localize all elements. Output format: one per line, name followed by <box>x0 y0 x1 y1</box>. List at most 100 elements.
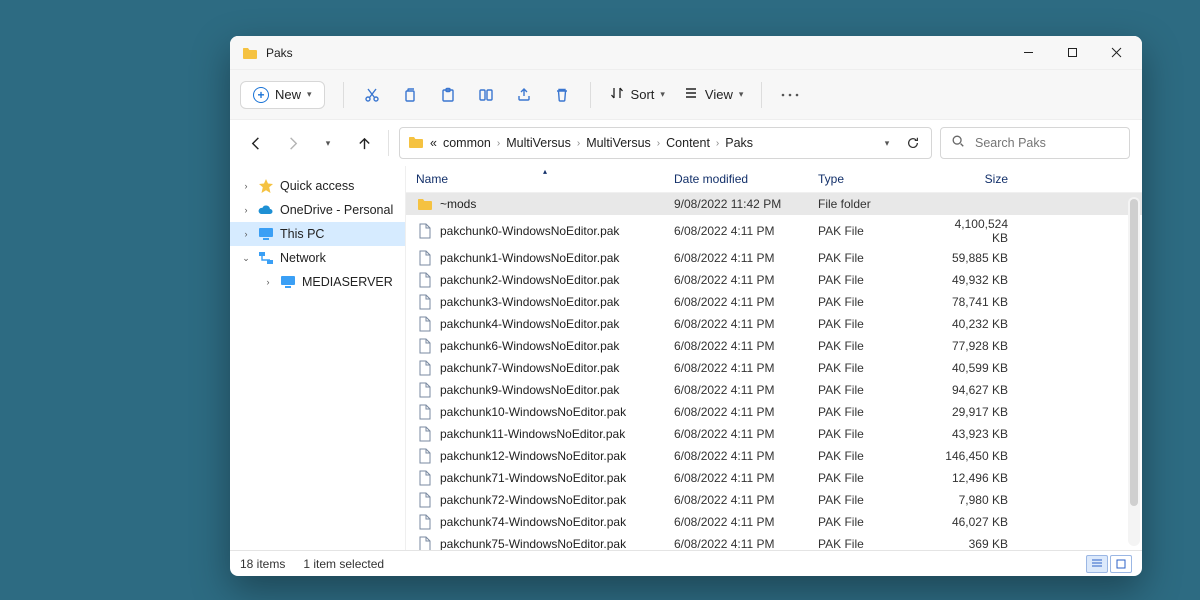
more-icon[interactable] <box>780 85 800 105</box>
view-button[interactable]: View ▾ <box>683 85 743 104</box>
address-bar[interactable]: « common›MultiVersus›MultiVersus›Content… <box>399 127 932 159</box>
cloud-icon <box>258 202 274 218</box>
minimize-button[interactable] <box>1006 36 1050 70</box>
column-headers: Name ▴ Date modified Type Size <box>406 166 1142 193</box>
delete-icon[interactable] <box>552 85 572 105</box>
copy-icon[interactable] <box>400 85 420 105</box>
file-date: 6/08/2022 4:11 PM <box>674 224 818 238</box>
forward-button[interactable] <box>278 129 306 157</box>
new-button[interactable]: + New ▾ <box>240 81 325 109</box>
file-date: 6/08/2022 4:11 PM <box>674 339 818 353</box>
file-row[interactable]: pakchunk75-WindowsNoEditor.pak 6/08/2022 … <box>406 533 1142 550</box>
navpane-onedrive[interactable]: › OneDrive - Personal <box>230 198 405 222</box>
rename-icon[interactable] <box>476 85 496 105</box>
file-date: 9/08/2022 11:42 PM <box>674 197 818 211</box>
breadcrumb-segment[interactable]: MultiVersus <box>586 136 651 150</box>
breadcrumb: common›MultiVersus›MultiVersus›Content›P… <box>443 136 753 150</box>
back-button[interactable] <box>242 129 270 157</box>
file-icon <box>416 249 434 267</box>
column-type[interactable]: Type <box>818 172 938 186</box>
navpane-this-pc[interactable]: › This PC <box>230 222 405 246</box>
navpane-mediaserver[interactable]: › MEDIASERVER <box>230 270 405 294</box>
list-icon <box>683 85 699 104</box>
column-date[interactable]: Date modified <box>674 172 818 186</box>
file-row[interactable]: ~mods9/08/2022 11:42 PMFile folder <box>406 193 1142 215</box>
refresh-icon[interactable] <box>903 136 923 150</box>
file-name: pakchunk3-WindowsNoEditor.pak <box>440 295 619 309</box>
cut-icon[interactable] <box>362 85 382 105</box>
file-list[interactable]: ~mods9/08/2022 11:42 PMFile folderpakchu… <box>406 193 1142 550</box>
file-name: pakchunk11-WindowsNoEditor.pak <box>440 427 625 441</box>
file-name: pakchunk9-WindowsNoEditor.pak <box>440 383 619 397</box>
file-icon <box>416 271 434 289</box>
file-name: pakchunk75-WindowsNoEditor.pak <box>440 537 626 550</box>
plus-icon: + <box>253 87 269 103</box>
file-date: 6/08/2022 4:11 PM <box>674 493 818 507</box>
file-icon <box>416 403 434 421</box>
file-icon <box>416 337 434 355</box>
file-row[interactable]: pakchunk6-WindowsNoEditor.pak6/08/2022 4… <box>406 335 1142 357</box>
file-name: pakchunk10-WindowsNoEditor.pak <box>440 405 626 419</box>
column-name[interactable]: Name ▴ <box>416 172 674 186</box>
file-size: 78,741 KB <box>938 295 1014 309</box>
file-date: 6/08/2022 4:11 PM <box>674 537 818 550</box>
sort-indicator-icon: ▴ <box>543 167 547 176</box>
file-type: PAK File <box>818 317 938 331</box>
address-row: ▾ « common›MultiVersus›MultiVersus›Conte… <box>230 120 1142 166</box>
search-input[interactable] <box>973 135 1119 151</box>
file-row[interactable]: pakchunk10-WindowsNoEditor.pak 6/08/2022 … <box>406 401 1142 423</box>
sort-button[interactable]: Sort ▾ <box>609 85 665 104</box>
status-bar: 18 items 1 item selected <box>230 550 1142 576</box>
file-row[interactable]: pakchunk4-WindowsNoEditor.pak6/08/2022 4… <box>406 313 1142 335</box>
breadcrumb-segment[interactable]: common <box>443 136 491 150</box>
file-size: 59,885 KB <box>938 251 1014 265</box>
breadcrumb-segment[interactable]: Paks <box>725 136 753 150</box>
paste-icon[interactable] <box>438 85 458 105</box>
file-name: pakchunk72-WindowsNoEditor.pak <box>440 493 626 507</box>
file-row[interactable]: pakchunk74-WindowsNoEditor.pak6/08/2022 … <box>406 511 1142 533</box>
file-date: 6/08/2022 4:11 PM <box>674 383 818 397</box>
share-icon[interactable] <box>514 85 534 105</box>
navpane-label: Quick access <box>280 179 354 193</box>
file-name: pakchunk74-WindowsNoEditor.pak <box>440 515 626 529</box>
file-row[interactable]: pakchunk2-WindowsNoEditor.pak6/08/2022 4… <box>406 269 1142 291</box>
chevron-right-icon: › <box>716 138 719 149</box>
file-date: 6/08/2022 4:11 PM <box>674 471 818 485</box>
breadcrumb-segment[interactable]: Content <box>666 136 710 150</box>
file-size: 77,928 KB <box>938 339 1014 353</box>
navpane-quick-access[interactable]: › Quick access <box>230 174 405 198</box>
file-row[interactable]: pakchunk71-WindowsNoEditor.pak 6/08/2022 … <box>406 467 1142 489</box>
file-row[interactable]: pakchunk3-WindowsNoEditor.pak 6/08/2022 4… <box>406 291 1142 313</box>
search-box[interactable] <box>940 127 1130 159</box>
file-row[interactable]: pakchunk11-WindowsNoEditor.pak 6/08/2022 … <box>406 423 1142 445</box>
recent-locations-button[interactable]: ▾ <box>314 129 342 157</box>
file-date: 6/08/2022 4:11 PM <box>674 295 818 309</box>
file-row[interactable]: pakchunk12-WindowsNoEditor.pak6/08/2022 … <box>406 445 1142 467</box>
scrollbar[interactable] <box>1128 197 1140 546</box>
large-icons-view-button[interactable] <box>1110 555 1132 573</box>
maximize-button[interactable] <box>1050 36 1094 70</box>
file-name: pakchunk71-WindowsNoEditor.pak <box>440 471 626 485</box>
separator <box>388 130 389 156</box>
navpane-network[interactable]: ⌄ Network <box>230 246 405 270</box>
file-row[interactable]: pakchunk72-WindowsNoEditor.pak 6/08/2022 … <box>406 489 1142 511</box>
file-date: 6/08/2022 4:11 PM <box>674 405 818 419</box>
file-type: PAK File <box>818 339 938 353</box>
file-type: PAK File <box>818 273 938 287</box>
chevron-down-icon[interactable]: ▾ <box>877 138 897 149</box>
breadcrumb-segment[interactable]: MultiVersus <box>506 136 571 150</box>
file-row[interactable]: pakchunk0-WindowsNoEditor.pak6/08/2022 4… <box>406 215 1142 247</box>
file-date: 6/08/2022 4:11 PM <box>674 427 818 441</box>
close-button[interactable] <box>1094 36 1138 70</box>
file-size: 49,932 KB <box>938 273 1014 287</box>
status-selection: 1 item selected <box>303 557 384 571</box>
details-view-button[interactable] <box>1086 555 1108 573</box>
chevron-down-icon: ▾ <box>307 89 312 100</box>
up-button[interactable] <box>350 129 378 157</box>
file-row[interactable]: pakchunk9-WindowsNoEditor.pak 6/08/2022 4… <box>406 379 1142 401</box>
column-size[interactable]: Size <box>938 172 1014 186</box>
file-row[interactable]: pakchunk7-WindowsNoEditor.pak6/08/2022 4… <box>406 357 1142 379</box>
file-row[interactable]: pakchunk1-WindowsNoEditor.pak6/08/2022 4… <box>406 247 1142 269</box>
toolbar: + New ▾ Sort ▾ <box>230 70 1142 120</box>
scrollbar-thumb[interactable] <box>1130 199 1138 506</box>
